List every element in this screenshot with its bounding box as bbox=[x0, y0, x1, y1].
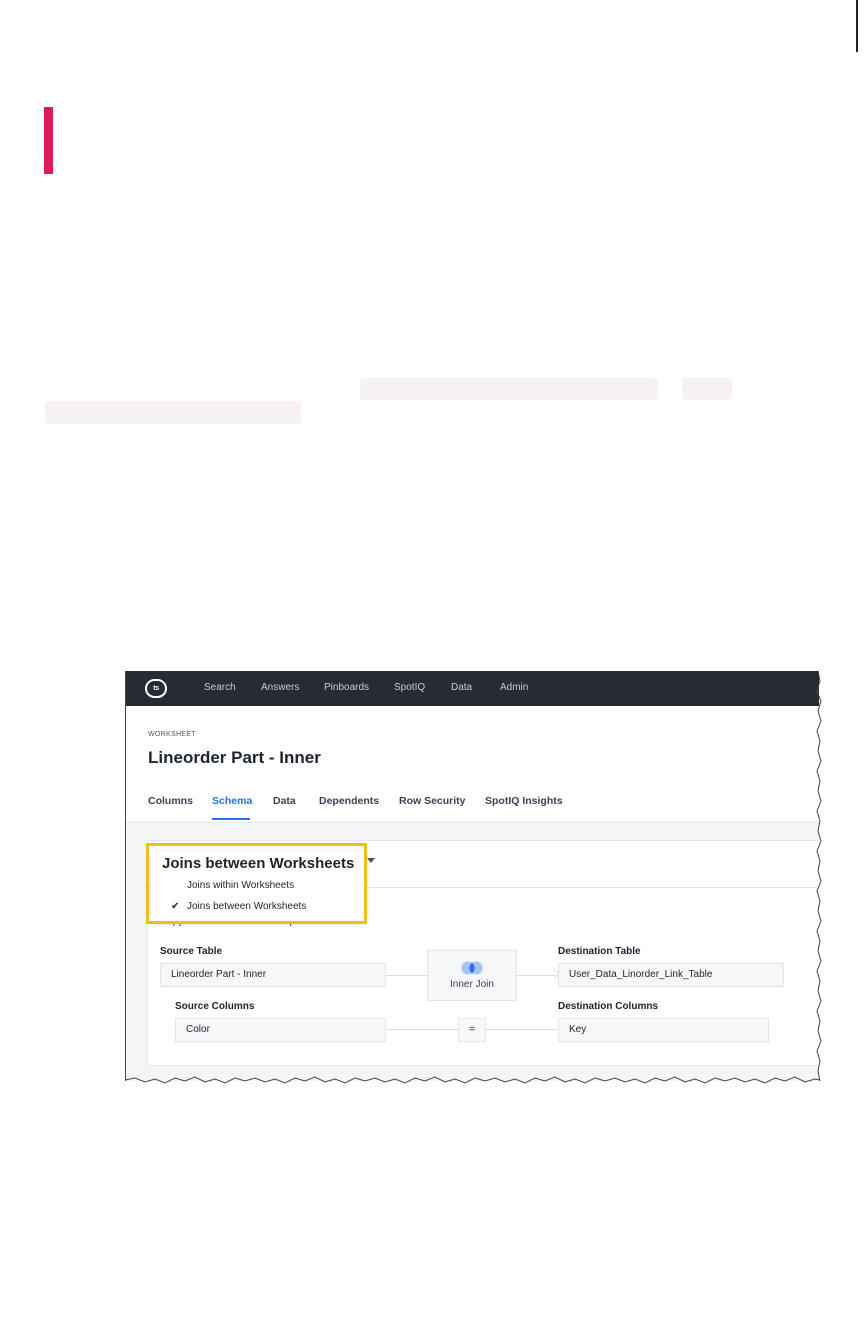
section-accent-bar bbox=[44, 107, 53, 174]
text-placeholder bbox=[682, 378, 732, 400]
page-subtitle: WORKSHEET bbox=[148, 731, 196, 738]
callout-highlight bbox=[146, 843, 367, 924]
connector-line bbox=[386, 975, 427, 976]
tab-spotiq-insights[interactable]: SpotIQ Insights bbox=[485, 795, 563, 807]
chevron-down-icon[interactable] bbox=[367, 858, 375, 863]
text-placeholder bbox=[360, 378, 658, 400]
destination-table-field[interactable]: User_Data_Linorder_Link_Table bbox=[558, 963, 784, 987]
destination-columns-label: Destination Columns bbox=[558, 1001, 659, 1012]
join-operator: = bbox=[458, 1018, 486, 1042]
nav-item-spotiq[interactable]: SpotIQ bbox=[394, 682, 425, 693]
join-type-label: Inner Join bbox=[450, 979, 494, 990]
destination-table-label: Destination Table bbox=[558, 946, 641, 957]
nav-item-search[interactable]: Search bbox=[204, 682, 236, 693]
nav-item-data[interactable]: Data bbox=[451, 682, 472, 693]
source-column-field[interactable]: Color bbox=[175, 1018, 386, 1042]
source-table-field[interactable]: Lineorder Part - Inner bbox=[160, 963, 386, 987]
tab-row-security[interactable]: Row Security bbox=[399, 795, 466, 807]
destination-column-field[interactable]: Key bbox=[558, 1018, 769, 1042]
tab-schema[interactable]: Schema bbox=[212, 795, 252, 807]
nav-item-answers[interactable]: Answers bbox=[261, 682, 299, 693]
connector-line bbox=[517, 975, 555, 976]
source-table-label: Source Table bbox=[160, 946, 223, 957]
screenshot-border bbox=[125, 671, 126, 1081]
active-tab-indicator bbox=[212, 818, 250, 820]
tab-columns[interactable]: Columns bbox=[148, 795, 193, 807]
connector-line bbox=[486, 1029, 558, 1030]
nav-item-pinboards[interactable]: Pinboards bbox=[324, 682, 369, 693]
connector-line bbox=[386, 1029, 458, 1030]
text-placeholder bbox=[45, 401, 301, 424]
thoughtspot-logo[interactable]: ts bbox=[145, 679, 167, 698]
top-navbar: ts Search Answers Pinboards SpotIQ Data … bbox=[125, 671, 819, 706]
worksheet-screenshot: ts Search Answers Pinboards SpotIQ Data … bbox=[125, 671, 819, 1081]
page-title: Lineorder Part - Inner bbox=[148, 748, 321, 767]
torn-edge bbox=[125, 1076, 821, 1084]
join-type-button[interactable]: Inner Join bbox=[427, 950, 517, 1001]
inner-join-icon bbox=[461, 961, 483, 975]
page-edge-rule bbox=[856, 0, 858, 52]
nav-item-admin[interactable]: Admin bbox=[500, 682, 528, 693]
torn-edge bbox=[816, 671, 822, 1082]
source-columns-label: Source Columns bbox=[175, 1001, 255, 1012]
tab-dependents[interactable]: Dependents bbox=[319, 795, 379, 807]
tab-data[interactable]: Data bbox=[273, 795, 296, 807]
